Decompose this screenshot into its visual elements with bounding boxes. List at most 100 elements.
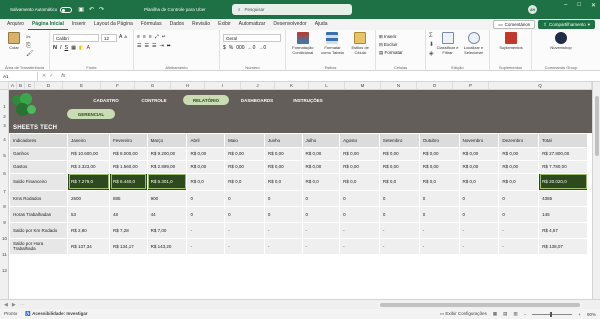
value-cell[interactable]: R$ 143,20 [147, 238, 188, 255]
value-cell[interactable]: 900 [147, 190, 188, 207]
table-header-cell[interactable]: Maio [224, 134, 265, 148]
align-left-icon[interactable]: ☰ [137, 43, 141, 49]
close-icon[interactable]: ✕ [591, 2, 596, 9]
value-cell[interactable]: 0 [459, 190, 500, 207]
table-header-cell[interactable]: Fevereiro [109, 134, 148, 148]
search-input[interactable]: ⌕ Pesquisar [232, 4, 352, 15]
value-cell[interactable]: - [224, 222, 265, 239]
tab-desenvolvedor[interactable]: Desenvolvedor [269, 19, 310, 30]
comma-icon[interactable]: 000 [236, 45, 244, 51]
value-cell[interactable]: R$ 0,00 [224, 160, 265, 174]
row-header[interactable]: 12 [0, 268, 9, 273]
percent-icon[interactable]: % [229, 45, 233, 51]
grow-font-icon[interactable]: A [119, 34, 122, 42]
row-header[interactable]: 4 [0, 137, 9, 142]
value-cell[interactable]: 4385 [538, 190, 588, 207]
save-icon[interactable]: ▣ [78, 6, 84, 13]
insert-function-button[interactable]: fx [53, 73, 65, 79]
value-cell[interactable]: R$ 0,00 [419, 147, 460, 161]
subnav-gerencial[interactable]: GERENCIAL [67, 109, 115, 119]
table-header-cell[interactable]: Total [538, 134, 588, 148]
row-label-cell[interactable]: Gastos [10, 160, 69, 174]
column-header[interactable]: B [17, 82, 25, 90]
value-cell[interactable]: - [459, 222, 500, 239]
column-header[interactable]: O [417, 82, 453, 90]
value-cell[interactable]: R$ 0,00 [302, 147, 341, 161]
maximize-icon[interactable]: □ [577, 2, 581, 9]
column-header[interactable]: N [381, 82, 417, 90]
value-cell[interactable]: R$ 0,00 [498, 160, 540, 174]
table-header-cell[interactable]: Abril [186, 134, 226, 148]
value-cell[interactable]: R$ 6.301,0 [147, 173, 188, 191]
merge-icon[interactable]: ⬌ [167, 43, 171, 49]
row-header[interactable]: 10 [0, 236, 9, 241]
column-header[interactable]: M [345, 82, 381, 90]
value-cell[interactable]: R$ 0,00 [186, 160, 226, 174]
tab-layout[interactable]: Layout da Página [90, 19, 137, 30]
wrap-text-icon[interactable]: ↵ [162, 34, 166, 40]
zoom-level[interactable]: 90% [587, 312, 596, 317]
value-cell[interactable]: R$ 4,57 [538, 222, 588, 239]
align-middle-icon[interactable]: ≡ [143, 34, 146, 40]
value-cell[interactable]: - [302, 222, 341, 239]
value-cell[interactable]: R$ 137,34 [67, 238, 111, 255]
underline-button[interactable]: S [65, 45, 69, 51]
comments-button[interactable]: ▭ Comentários [493, 20, 536, 29]
value-cell[interactable]: R$ 0,0 [264, 173, 303, 191]
value-cell[interactable]: 2600 [67, 190, 111, 207]
value-cell[interactable]: R$ 1.560,00 [109, 160, 148, 174]
borders-icon[interactable]: ▦ [71, 45, 76, 51]
value-cell[interactable]: 145 [538, 206, 588, 223]
italic-button[interactable]: I [60, 45, 62, 51]
value-cell[interactable]: - [186, 222, 226, 239]
cell-styles-button[interactable]: Estilos de Célula [348, 32, 372, 69]
value-cell[interactable]: 0 [379, 190, 420, 207]
row-header[interactable]: 5 [0, 153, 9, 158]
value-cell[interactable]: R$ 0,00 [379, 160, 420, 174]
value-cell[interactable]: 0 [339, 190, 380, 207]
value-cell[interactable]: R$ 0,00 [186, 147, 226, 161]
value-cell[interactable]: 0 [224, 206, 265, 223]
page-break-icon[interactable]: ▥ [513, 311, 517, 317]
column-header[interactable]: C [25, 82, 35, 90]
value-cell[interactable]: - [224, 238, 265, 255]
nav-controle[interactable]: CONTROLE [137, 95, 171, 105]
table-header-cell[interactable]: Agosto [339, 134, 380, 148]
select-all-corner[interactable] [0, 82, 9, 90]
toggle-icon[interactable] [60, 6, 73, 13]
value-cell[interactable]: R$ 0,00 [302, 160, 341, 174]
value-cell[interactable]: 0 [302, 190, 341, 207]
undo-icon[interactable]: ↶ [89, 6, 94, 13]
row-label-cell[interactable]: Saldo por Hora Trabalhada [10, 238, 69, 255]
table-header-cell[interactable]: Novembro [459, 134, 500, 148]
delete-cells-button[interactable]: ⊟ Excluir [379, 41, 422, 49]
column-header[interactable]: H [171, 82, 205, 90]
value-cell[interactable]: - [419, 238, 460, 255]
value-cell[interactable]: 0 [498, 206, 540, 223]
column-header[interactable]: I [205, 82, 241, 90]
table-header-cell[interactable]: Janeiro [67, 134, 111, 148]
column-header[interactable]: Q [489, 82, 592, 90]
value-cell[interactable]: R$ 3.323,00 [67, 160, 111, 174]
value-cell[interactable]: R$ 0,00 [498, 147, 540, 161]
value-cell[interactable]: R$ 0,00 [419, 160, 460, 174]
tab-arquivo[interactable]: Arquivo [3, 19, 28, 30]
value-cell[interactable]: 0 [379, 206, 420, 223]
value-cell[interactable]: R$ 0,0 [498, 173, 540, 191]
horizontal-scrollbar[interactable] [380, 303, 580, 307]
value-cell[interactable]: 0 [459, 206, 500, 223]
value-cell[interactable]: R$ 0,0 [419, 173, 460, 191]
row-label-cell[interactable]: Horas Trabalhadas [10, 206, 69, 223]
row-header[interactable]: 11 [0, 252, 9, 257]
indent-icon[interactable]: ⇥ [159, 43, 163, 49]
share-button[interactable]: ⇪ Compartilhamento ▾ [538, 20, 595, 29]
value-cell[interactable]: R$ 6.440,0 [109, 173, 148, 191]
table-header-cell[interactable]: Indicadores [10, 134, 69, 148]
shrink-font-icon[interactable]: A [124, 34, 127, 42]
cut-icon[interactable]: ✂ [26, 34, 34, 42]
addins-button[interactable]: Suplementos [493, 32, 529, 50]
zoom-in-icon[interactable]: + [578, 312, 581, 317]
currency-icon[interactable]: $ [223, 45, 226, 51]
value-cell[interactable]: 0 [224, 190, 265, 207]
paste-button[interactable]: Colar [3, 32, 25, 50]
